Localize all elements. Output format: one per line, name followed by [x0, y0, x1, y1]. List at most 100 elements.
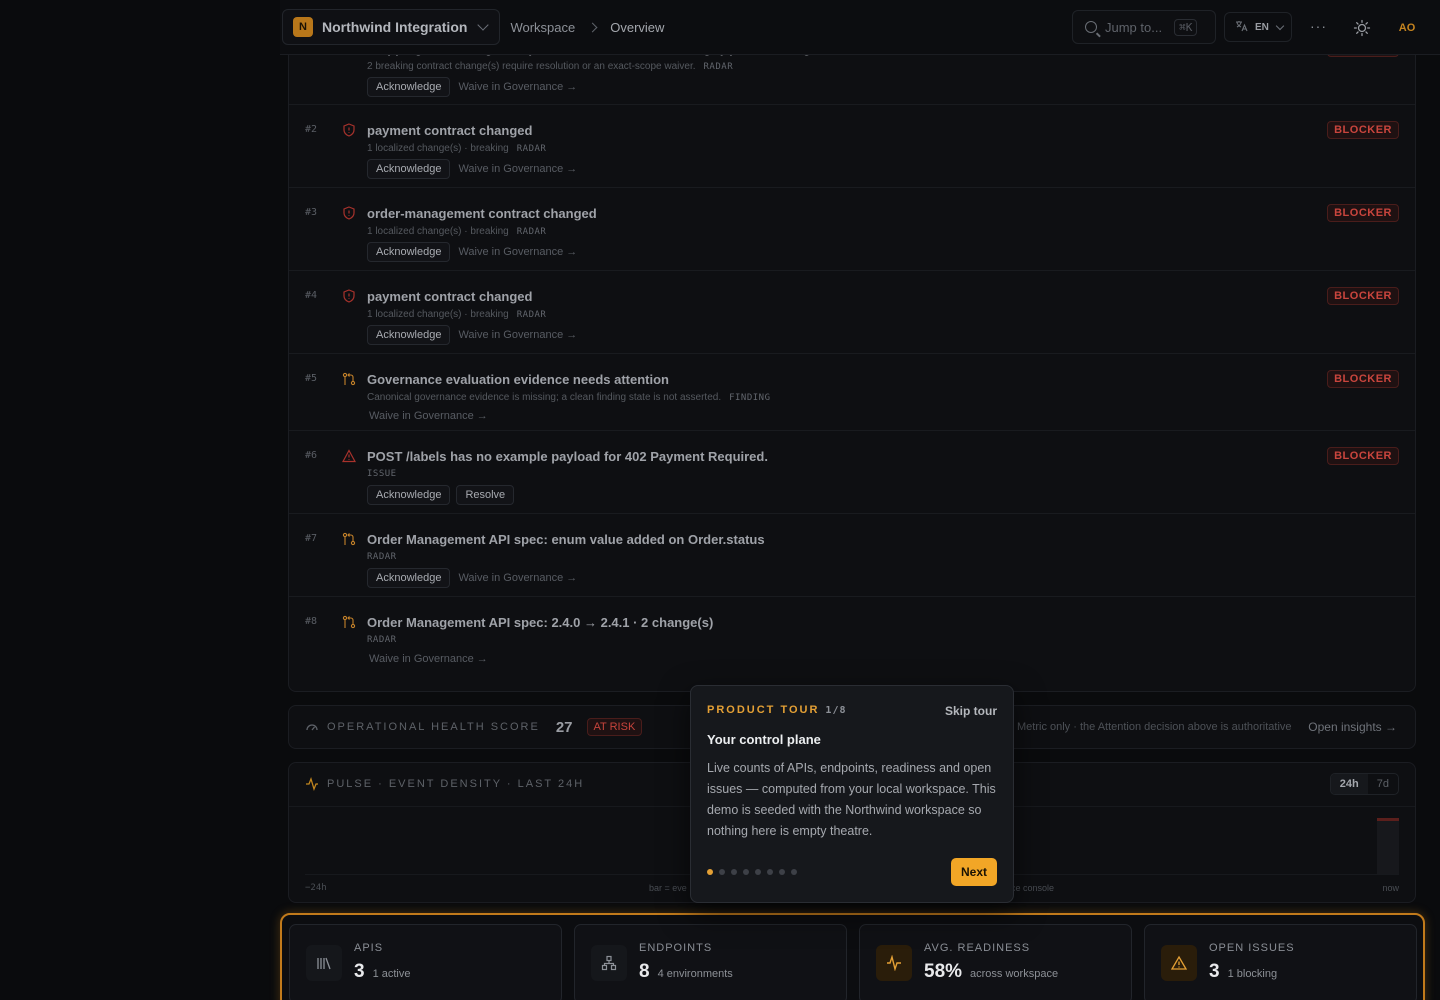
skip-tour-button[interactable]: Skip tour — [945, 704, 997, 718]
item-meta: 2 breaking contract change(s) require re… — [367, 61, 733, 72]
tour-step-dot[interactable] — [755, 869, 761, 875]
item-actions: Acknowledge Waive in Governance → — [367, 242, 577, 262]
library-icon — [306, 945, 342, 981]
tour-body: Live counts of APIs, endpoints, readines… — [707, 761, 996, 838]
item-number: #8 — [305, 616, 318, 627]
item-source-tag: FINDING — [729, 392, 771, 403]
acknowledge-button[interactable]: Acknowledge — [367, 242, 451, 262]
item-actions: Waive in Governance → — [367, 410, 488, 422]
acknowledge-button[interactable]: Acknowledge — [367, 485, 451, 505]
waive-in-governance-link[interactable]: Waive in Governance → — [458, 572, 577, 584]
item-number: #4 — [305, 290, 318, 301]
range-7d-button[interactable]: 7d — [1368, 774, 1398, 794]
item-source-tag: RADAR — [516, 143, 547, 154]
waive-in-governance-link[interactable]: Waive in Governance → — [458, 329, 577, 341]
item-meta: 1 localized change(s) · breaking RADAR — [367, 143, 546, 154]
waive-in-governance-link[interactable]: Waive in Governance → — [369, 653, 488, 665]
health-score-value: 27 — [555, 718, 573, 736]
tour-step-dot[interactable] — [743, 869, 749, 875]
item-source-tag: RADAR — [516, 226, 547, 237]
language-label: EN — [1255, 21, 1269, 33]
tour-step-dot[interactable] — [719, 869, 725, 875]
theme-toggle-button[interactable] — [1352, 18, 1372, 38]
breadcrumb-overview: Overview — [610, 19, 665, 35]
resolve-button[interactable]: Resolve — [456, 485, 515, 505]
open-insights-link[interactable]: Open insights → — [1308, 720, 1397, 734]
item-title[interactable]: POST /labels has no example payload for … — [367, 449, 768, 464]
stat-value: 3 — [1209, 961, 1220, 982]
waive-in-governance-link[interactable]: Waive in Governance → — [458, 81, 577, 93]
stat-card-open-issues[interactable]: OPEN ISSUES 3 1 blocking — [1144, 924, 1417, 1000]
item-title[interactable]: Order Management API spec: 2.4.0 → 2.4.1… — [367, 615, 713, 630]
blocker-badge: BLOCKER — [1327, 370, 1399, 388]
item-title[interactable]: payment contract changed — [367, 123, 532, 138]
tour-step-dot[interactable] — [791, 869, 797, 875]
tour-title: Your control plane — [707, 732, 821, 747]
waive-in-governance-link[interactable]: Waive in Governance → — [458, 246, 577, 258]
stat-label: AVG. READINESS — [924, 942, 1031, 954]
acknowledge-button[interactable]: Acknowledge — [367, 77, 451, 97]
workspace-switcher[interactable]: N Northwind Integration — [282, 9, 501, 45]
status-badge: AT RISK — [586, 718, 643, 736]
axis-label-start: −24h — [305, 883, 327, 893]
tour-step-dot[interactable] — [767, 869, 773, 875]
attention-item: #8 Order Management API spec: 2.4.0 → 2.4… — [289, 597, 1415, 675]
waive-in-governance-link[interactable]: Waive in Governance → — [458, 163, 577, 175]
avatar[interactable]: AO — [1392, 13, 1422, 43]
item-number: #2 — [305, 124, 318, 135]
item-meta: 1 localized change(s) · breaking RADAR — [367, 309, 546, 320]
attention-item: #7 Order Management API spec: enum value … — [289, 514, 1415, 597]
stat-sub: across workspace — [970, 968, 1059, 980]
attention-item: #4 payment contract changed 1 localized ch… — [289, 271, 1415, 354]
chevron-down-icon — [1275, 21, 1285, 30]
tour-step-dot[interactable] — [707, 869, 713, 875]
top-bar: N Northwind Integration Workspace Overvi… — [280, 0, 1440, 55]
item-actions: Acknowledge Waive in Governance → — [367, 325, 577, 345]
activity-icon — [306, 777, 318, 791]
stat-card-endpoints[interactable]: ENDPOINTS 8 4 environments — [574, 924, 847, 1000]
item-number: #3 — [305, 207, 318, 218]
chevron-right-icon — [587, 22, 598, 32]
tour-step-dot[interactable] — [779, 869, 785, 875]
acknowledge-button[interactable]: Acknowledge — [367, 568, 451, 588]
git-compare-icon — [342, 615, 356, 629]
item-meta: Canonical governance evidence is missing… — [367, 392, 771, 403]
product-tour-popover: PRODUCT TOUR 1/8 Skip tour Your control p… — [690, 685, 1014, 903]
item-title[interactable]: payment contract changed — [367, 289, 532, 304]
next-button[interactable]: Next — [950, 858, 997, 886]
range-24h-button[interactable]: 24h — [1330, 774, 1368, 794]
stat-sub: 1 blocking — [1227, 968, 1278, 980]
shield-alert-icon — [342, 123, 356, 137]
stat-label: OPEN ISSUES — [1209, 942, 1295, 954]
search-shortcut: ⌘K — [1174, 18, 1198, 36]
item-description: Canonical governance evidence is missing… — [367, 392, 722, 403]
shield-alert-icon — [342, 289, 356, 303]
axis-legend-right: ce console — [1011, 883, 1055, 893]
more-menu-button[interactable]: ··· — [1310, 18, 1327, 34]
search-input[interactable]: Jump to... ⌘K — [1072, 10, 1216, 44]
breadcrumb-workspace[interactable]: Workspace — [510, 20, 575, 35]
acknowledge-button[interactable]: Acknowledge — [367, 325, 451, 345]
item-source-tag: ISSUE — [367, 469, 397, 479]
item-number: #7 — [305, 533, 318, 544]
attention-item: #2 payment contract changed 1 localized ch… — [289, 105, 1415, 188]
tour-step-dot[interactable] — [731, 869, 737, 875]
item-title[interactable]: Order Management API spec: enum value ad… — [367, 532, 765, 547]
translate-icon — [1235, 20, 1248, 35]
item-actions: Acknowledge Resolve — [367, 485, 520, 505]
item-title[interactable]: order-management contract changed — [367, 206, 597, 221]
shield-alert-icon — [342, 206, 356, 220]
axis-legend-left: bar = eve — [649, 883, 687, 893]
language-select[interactable]: EN — [1224, 12, 1292, 42]
item-title[interactable]: Governance evaluation evidence needs att… — [367, 372, 669, 387]
item-source-tag: RADAR — [516, 309, 547, 320]
blocker-badge: BLOCKER — [1327, 121, 1399, 139]
acknowledge-button[interactable]: Acknowledge — [367, 159, 451, 179]
stat-value: 8 — [639, 961, 650, 982]
item-source-tag: RADAR — [367, 552, 397, 562]
blocker-badge: BLOCKER — [1327, 287, 1399, 305]
stat-card-apis[interactable]: APIS 3 1 active — [289, 924, 562, 1000]
stat-sub: 1 active — [372, 968, 411, 980]
waive-in-governance-link[interactable]: Waive in Governance → — [369, 410, 488, 422]
stat-card-readiness[interactable]: AVG. READINESS 58% across workspace — [859, 924, 1132, 1000]
